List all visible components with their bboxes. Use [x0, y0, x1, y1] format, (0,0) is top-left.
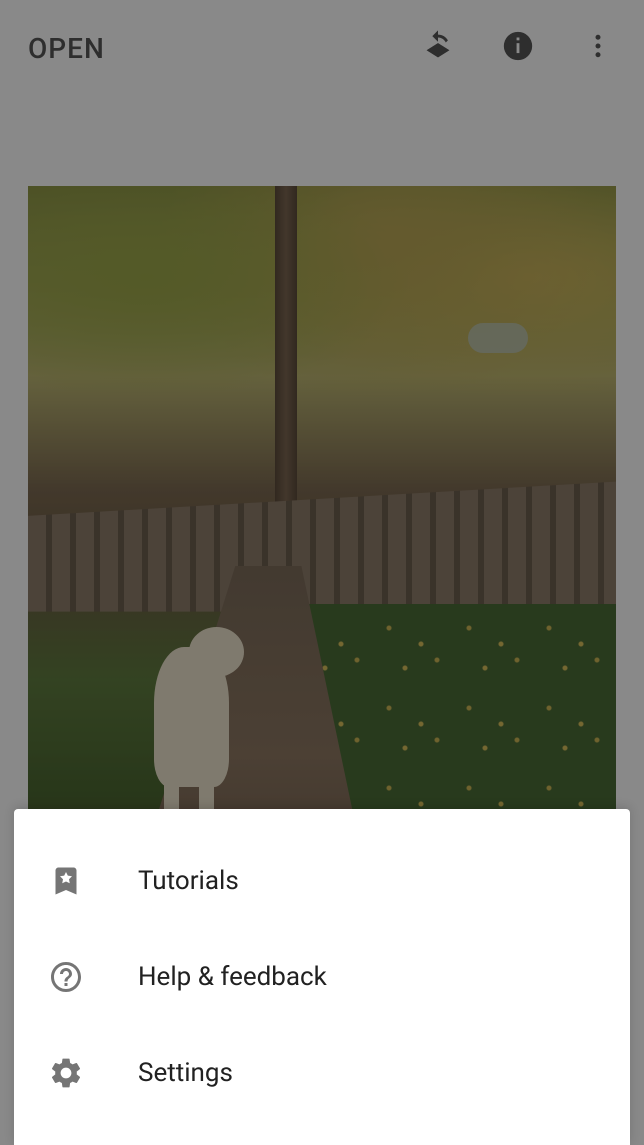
help-icon	[46, 957, 86, 997]
menu-item-help-feedback[interactable]: Help & feedback	[14, 929, 630, 1025]
menu-item-settings[interactable]: Settings	[14, 1025, 630, 1121]
star-bookmark-icon	[46, 861, 86, 901]
menu-item-tutorials[interactable]: Tutorials	[14, 833, 630, 929]
menu-label: Tutorials	[138, 866, 239, 896]
app-container: OPEN	[0, 0, 644, 1145]
gear-icon	[46, 1053, 86, 1093]
menu-label: Help & feedback	[138, 962, 327, 992]
menu-label: Settings	[138, 1058, 233, 1088]
overflow-menu: Tutorials Help & feedback Settings	[14, 809, 630, 1145]
